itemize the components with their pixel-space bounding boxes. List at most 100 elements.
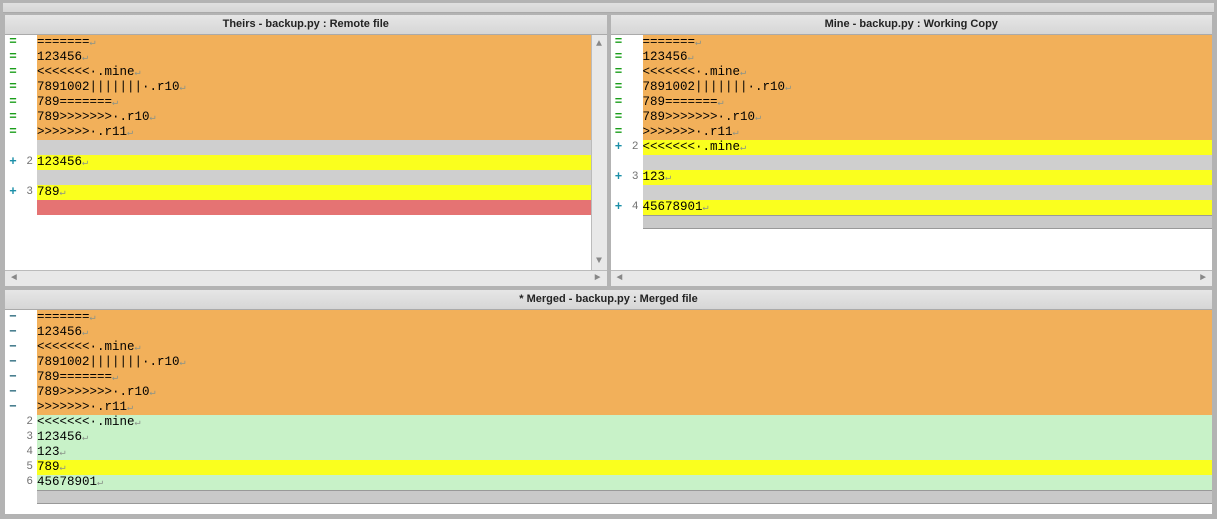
diff-line[interactable]: +3789↵	[5, 185, 607, 200]
merged-body[interactable]: −=======↵−123456↵−<<<<<<<·.mine↵− 7891002…	[5, 310, 1212, 514]
diff-line[interactable]	[5, 140, 607, 155]
diff-line[interactable]	[5, 200, 607, 215]
diff-line[interactable]: −>>>>>>>·.r11↵	[5, 400, 1212, 415]
line-text[interactable]	[37, 200, 607, 215]
line-text[interactable]: >>>>>>>·.r11↵	[37, 125, 607, 140]
diff-line[interactable]: +445678901↵	[611, 200, 1213, 215]
line-text[interactable]: 45678901↵	[37, 475, 1212, 490]
diff-line[interactable]: 5789↵	[5, 460, 1212, 475]
diff-line[interactable]: − 7891002|||||||·.r10↵	[5, 355, 1212, 370]
line-text[interactable]: 45678901↵	[643, 200, 1213, 215]
mine-body[interactable]: ========↵=123456↵=<<<<<<<·.mine↵=7891002…	[611, 35, 1213, 286]
horizontal-scrollbar[interactable]: ◄ ►	[611, 270, 1213, 286]
horizontal-scrollbar[interactable]: ◄ ►	[5, 270, 607, 286]
line-text[interactable]: >>>>>>>·.r11↵	[37, 400, 1212, 415]
scroll-up-icon[interactable]: ▲	[592, 37, 606, 51]
line-number: 2	[627, 140, 639, 155]
diff-line[interactable]: =123456↵	[611, 50, 1213, 65]
diff-line[interactable]: +2123456↵	[5, 155, 607, 170]
line-text[interactable]: <<<<<<<·.mine↵	[643, 140, 1213, 155]
line-text[interactable]: <<<<<<<·.mine↵	[37, 415, 1212, 430]
diff-line[interactable]: =<<<<<<<·.mine↵	[5, 65, 607, 80]
diff-line[interactable]: =789=======↵	[611, 95, 1213, 110]
line-text[interactable]: 123↵	[37, 445, 1212, 460]
line-text[interactable]: 789>>>>>>>·.r10↵	[37, 110, 607, 125]
diff-line[interactable]: −=======↵	[5, 310, 1212, 325]
line-text[interactable]	[643, 155, 1213, 170]
line-text[interactable]: 789↵	[37, 185, 607, 200]
line-text[interactable]: =======↵	[37, 35, 607, 50]
newline-icon: ↵	[665, 173, 671, 184]
line-text[interactable]: <<<<<<<·.mine↵	[37, 340, 1212, 355]
theirs-pane: Theirs - backup.py : Remote file =======…	[3, 13, 609, 288]
diff-line[interactable]: =>>>>>>>·.r11↵	[5, 125, 607, 140]
diff-line[interactable]	[611, 185, 1213, 200]
diff-line[interactable]: −789>>>>>>>·.r10↵	[5, 385, 1212, 400]
line-text[interactable]: 789=======↵	[37, 370, 1212, 385]
line-text[interactable]: 7891002|||||||·.r10↵	[37, 80, 607, 95]
line-text[interactable]: <<<<<<<·.mine↵	[37, 65, 607, 80]
gutter-marker: =	[611, 125, 627, 140]
line-text[interactable]: 123456↵	[643, 50, 1213, 65]
scroll-down-icon[interactable]: ▼	[592, 254, 606, 268]
scroll-right-icon[interactable]: ►	[591, 272, 605, 286]
diff-line[interactable]: =789>>>>>>>·.r10↵	[611, 110, 1213, 125]
diff-line[interactable]: −789=======↵	[5, 370, 1212, 385]
line-number: 3	[21, 430, 33, 445]
line-text[interactable]: 123456↵	[37, 50, 607, 65]
gutter-marker	[5, 200, 21, 215]
diff-line[interactable]: −<<<<<<<·.mine↵	[5, 340, 1212, 355]
line-text[interactable]: 789↵	[37, 460, 1212, 475]
theirs-lines[interactable]: ========↵=123456↵=<<<<<<<·.mine↵=7891002…	[5, 35, 607, 270]
diff-line[interactable]: 3 123456↵	[5, 430, 1212, 445]
line-text[interactable]: 7891002|||||||·.r10↵	[37, 355, 1212, 370]
line-text[interactable]: 123456↵	[37, 155, 607, 170]
diff-line[interactable]: =<<<<<<<·.mine↵	[611, 65, 1213, 80]
diff-line[interactable]: =123456↵	[5, 50, 607, 65]
diff-line[interactable]: −123456↵	[5, 325, 1212, 340]
diff-line[interactable]: ========↵	[611, 35, 1213, 50]
line-text[interactable]	[37, 215, 607, 230]
vertical-scrollbar[interactable]: ▲ ▼	[591, 35, 607, 270]
scroll-left-icon[interactable]: ◄	[7, 272, 21, 286]
line-text[interactable]: 789=======↵	[37, 95, 607, 110]
diff-line[interactable]: =7891002|||||||·.r10↵	[5, 80, 607, 95]
diff-line[interactable]: =789=======↵	[5, 95, 607, 110]
line-text[interactable]: =======↵	[37, 310, 1212, 325]
diff-line[interactable]: 645678901↵	[5, 475, 1212, 490]
diff-line[interactable]: = >>>>>>>·.r11↵	[611, 125, 1213, 140]
line-text[interactable]: 123↵	[643, 170, 1213, 185]
line-text[interactable]: 7891002|||||||·.r10↵	[643, 80, 1213, 95]
diff-line[interactable]: 4123↵	[5, 445, 1212, 460]
gutter-marker: −	[5, 355, 21, 370]
gutter-marker: +	[611, 170, 627, 185]
line-text[interactable]: 789>>>>>>>·.r10↵	[37, 385, 1212, 400]
merged-lines[interactable]: −=======↵−123456↵−<<<<<<<·.mine↵− 7891002…	[5, 310, 1212, 514]
gutter-marker: =	[611, 80, 627, 95]
diff-line[interactable]	[611, 155, 1213, 170]
gutter-marker	[5, 445, 21, 460]
line-text[interactable]: 789=======↵	[643, 95, 1213, 110]
line-text[interactable]: =======↵	[643, 35, 1213, 50]
mine-lines[interactable]: ========↵=123456↵=<<<<<<<·.mine↵=7891002…	[611, 35, 1213, 270]
line-text[interactable]: 123456↵	[37, 325, 1212, 340]
line-text[interactable]: <<<<<<<·.mine↵	[643, 65, 1213, 80]
diff-line[interactable]	[5, 170, 607, 185]
theirs-body[interactable]: ========↵=123456↵=<<<<<<<·.mine↵=7891002…	[5, 35, 607, 286]
newline-icon: ↵	[150, 113, 156, 124]
scroll-left-icon[interactable]: ◄	[613, 272, 627, 286]
diff-line[interactable]: +3123↵	[611, 170, 1213, 185]
diff-line[interactable]: +2<<<<<<<·.mine↵	[611, 140, 1213, 155]
diff-line[interactable]	[5, 215, 607, 230]
line-text[interactable]	[37, 170, 607, 185]
line-text[interactable]: 789>>>>>>>·.r10↵	[643, 110, 1213, 125]
diff-line[interactable]: = 7891002|||||||·.r10↵	[611, 80, 1213, 95]
diff-line[interactable]: 2<<<<<<<·.mine↵	[5, 415, 1212, 430]
line-text[interactable]: 123456↵	[37, 430, 1212, 445]
diff-line[interactable]: =789>>>>>>>·.r10↵	[5, 110, 607, 125]
line-text[interactable]	[37, 140, 607, 155]
diff-line[interactable]: ========↵	[5, 35, 607, 50]
line-text[interactable]: >>>>>>>·.r11↵	[643, 125, 1213, 140]
line-text[interactable]	[643, 185, 1213, 200]
scroll-right-icon[interactable]: ►	[1196, 272, 1210, 286]
